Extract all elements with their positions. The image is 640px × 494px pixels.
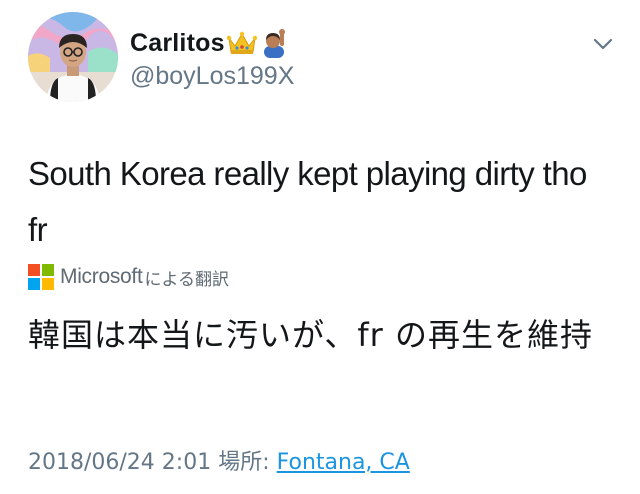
person-raising-hand-emoji [259, 28, 289, 58]
microsoft-logo-green [42, 264, 54, 276]
microsoft-logo [28, 264, 54, 290]
avatar[interactable] [28, 12, 118, 102]
microsoft-logo-yellow [42, 278, 54, 290]
microsoft-logo-blue [28, 278, 40, 290]
translated-text: 韓国は本当に汚いが、fr の再生を維持 [28, 316, 593, 354]
profile-photo [28, 12, 118, 102]
location-label: 場所: [218, 450, 270, 475]
display-name[interactable]: Carlitos [130, 29, 225, 58]
translation-provider-suffix: による翻訳 [144, 269, 229, 290]
chevron-down-icon[interactable] [592, 36, 614, 52]
translation-attribution[interactable]: Microsoft による翻訳 [28, 262, 229, 292]
user-block: Carlitos @boyLos199X [130, 26, 294, 91]
microsoft-logo-red [28, 264, 40, 276]
tweet: Carlitos @boyLos199X South Korea really … [0, 0, 640, 494]
display-name-row[interactable]: Carlitos [130, 26, 294, 60]
location-link[interactable]: Fontana, CA [277, 450, 410, 475]
timestamp[interactable]: 2018/06/24 2:01 [28, 450, 211, 475]
translation-provider-name: Microsoft [60, 265, 143, 288]
tweet-meta: 2018/06/24 2:01 場所: Fontana, CA [28, 444, 410, 476]
user-handle[interactable]: @boyLos199X [130, 62, 294, 91]
tweet-text: South Korea really kept playing dirty th… [28, 155, 587, 248]
crown-emoji [226, 30, 257, 56]
